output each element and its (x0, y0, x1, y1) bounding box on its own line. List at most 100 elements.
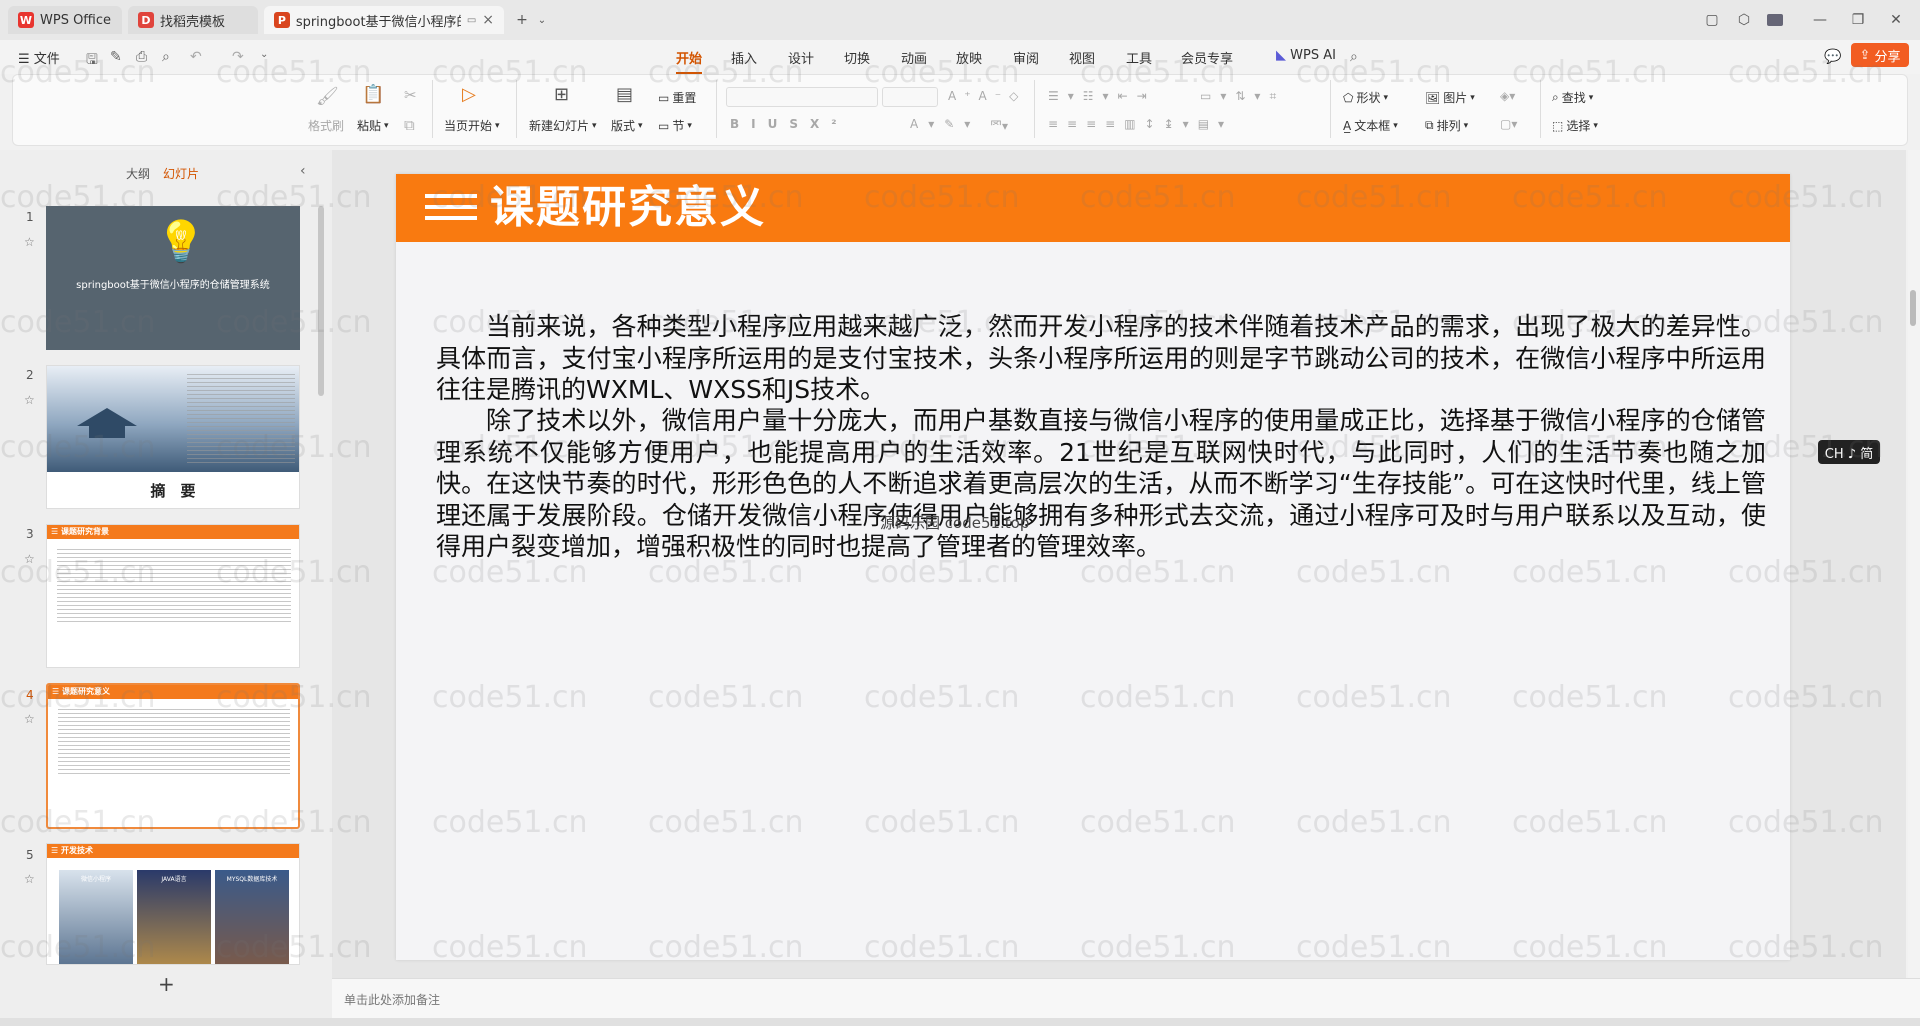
font-size-select[interactable] (882, 87, 938, 107)
star-icon[interactable]: ☆ (24, 393, 35, 407)
star-icon[interactable]: ☆ (24, 235, 35, 249)
tab-animation[interactable]: 动画 (901, 48, 927, 67)
text-direction-controls[interactable]: ▭▾⇅▾⌗ (1200, 89, 1285, 104)
layout-button[interactable]: 版式 ▾ (611, 117, 643, 134)
tab-label: 找稻壳模板 (160, 14, 226, 30)
find-label: 查找 (1561, 91, 1586, 105)
cut-icon[interactable]: ✂ (404, 86, 417, 104)
star-icon[interactable]: ☆ (24, 552, 35, 566)
new-slide-button[interactable]: 新建幻灯片 ▾ (529, 117, 597, 134)
save-icon[interactable]: 🖫 (86, 49, 98, 73)
inline-watermark: 源码乐园 code51.top (880, 514, 1030, 532)
comment-icon[interactable]: 💬 (1824, 49, 1841, 65)
paste-icon: 📋 (362, 84, 385, 105)
close-tab-icon[interactable]: × (482, 12, 494, 28)
slide-paragraph-2[interactable]: 除了技术以外，微信用户量十分庞大，而用户基数直接与微信小程序的使用量成正比，选择… (436, 405, 1766, 563)
thumbnail-slide-2[interactable]: 摘 要 (46, 365, 300, 509)
tab-list-chevron-icon[interactable]: ⌄ (530, 8, 554, 32)
find-button[interactable]: ⌕ 查找 ▾ (1552, 89, 1593, 106)
tab-tools[interactable]: 工具 (1126, 48, 1152, 67)
share-label: 分享 (1874, 49, 1901, 65)
print-preview-icon[interactable]: ⌕ (162, 49, 170, 65)
tab-view[interactable]: 视图 (1069, 48, 1095, 67)
format-painter-button[interactable]: 格式刷 (308, 117, 344, 134)
window-layout-icon[interactable]: ▢ (1700, 8, 1724, 32)
cube-icon[interactable]: ⬡ (1732, 8, 1756, 32)
fill-button[interactable]: ◈▾ (1500, 89, 1515, 103)
avatar[interactable] (1763, 8, 1787, 32)
slide-paragraph-1[interactable]: 当前来说，各种类型小程序应用越来越广泛，然而开发小程序的技术伴随着技术产品的需求… (436, 311, 1766, 406)
undo-icon[interactable]: ↶ (190, 49, 202, 65)
restore-icon[interactable]: ❐ (1846, 8, 1870, 32)
select-button[interactable]: ⬚ 选择 ▾ (1552, 117, 1598, 134)
char-spacing-control[interactable]: 罓▾ (990, 117, 1008, 134)
play-current-button[interactable]: 当页开始 ▾ (444, 117, 500, 134)
close-window-icon[interactable]: ✕ (1884, 8, 1908, 32)
play-current-label: 当页开始 (444, 119, 493, 133)
redo-icon[interactable]: ↷ (232, 49, 244, 65)
font-size-controls[interactable]: A⁺A⁻◇ (948, 89, 1026, 103)
current-slide[interactable] (396, 174, 1790, 960)
paste-label: 粘贴 (357, 119, 382, 133)
tab-slides[interactable]: 幻灯片 (163, 165, 199, 182)
font-family-select[interactable] (726, 87, 878, 107)
tab-review[interactable]: 审阅 (1013, 48, 1039, 67)
copy-icon[interactable]: ⧉ (404, 116, 415, 134)
tab-insert[interactable]: 插入 (731, 48, 757, 67)
collapse-panel-icon[interactable]: ‹ (300, 163, 306, 179)
add-slide-button[interactable]: + (158, 972, 175, 996)
shape-button[interactable]: ⬠ 形状 ▾ (1343, 89, 1388, 106)
align-controls[interactable]: ≡≡≡≡▥↕↨▾▤▾ (1048, 117, 1233, 131)
scrollbar-thumb[interactable] (1910, 290, 1916, 326)
tab-presentation[interactable]: P springboot基于微信小程序的 ▭ × (264, 6, 504, 34)
paste-button[interactable]: 粘贴 ▾ (357, 117, 389, 134)
tab-member[interactable]: 会员专享 (1181, 48, 1233, 67)
picture-icon: 🖼 (1425, 90, 1441, 105)
tab-wps-office[interactable]: W WPS Office (8, 6, 122, 34)
thumbnail-slide-1[interactable]: 💡 springboot基于微信小程序的仓储管理系统 (46, 206, 300, 350)
notes-pane[interactable]: 单击此处添加备注 (332, 978, 1920, 1019)
wps-ai-button[interactable]: ◣ WPS AI (1276, 48, 1336, 63)
thumbnail-slide-3[interactable]: ☰ 课题研究背景 (46, 524, 300, 668)
thumbnail-image: JAVA语言 (137, 870, 211, 964)
thumbnail-slide-5[interactable]: ☰ 开发技术 微信小程序 JAVA语言 MYSQL数据库技术 (46, 843, 300, 965)
thumbnail-title: 摘 要 (150, 482, 196, 500)
tab-home[interactable]: 开始 (676, 48, 703, 74)
file-menu[interactable]: ☰ 文件 (18, 48, 60, 67)
status-bar (0, 1018, 1920, 1026)
print-icon[interactable]: ⎙ (136, 49, 147, 65)
reset-button[interactable]: ▭ 重置 (658, 89, 696, 106)
tab-outline[interactable]: 大纲 (126, 165, 150, 182)
tab-transition[interactable]: 切换 (844, 48, 870, 67)
section-button[interactable]: ▭ 节 ▾ (658, 117, 692, 134)
picture-button[interactable]: 🖼 图片 ▾ (1425, 89, 1475, 106)
tab-template[interactable]: D 找稻壳模板 (128, 6, 258, 34)
tab-slideshow[interactable]: 放映 (956, 48, 982, 67)
star-icon[interactable]: ☆ (24, 872, 35, 886)
find-icon: ⌕ (1552, 90, 1559, 104)
minimize-icon[interactable]: — (1808, 8, 1832, 32)
list-controls[interactable]: ☰▾☷▾⇤⇥ (1048, 89, 1156, 103)
image-caption: JAVA语言 (161, 876, 187, 883)
pen-icon[interactable]: ✎ (110, 49, 122, 65)
layout-label: 版式 (611, 119, 636, 133)
font-style-controls[interactable]: BIUSX² (730, 117, 849, 131)
thumbnail-title: ☰ 课题研究意义 (48, 685, 298, 699)
search-icon[interactable]: ⌕ (1350, 49, 1358, 65)
textbox-button[interactable]: A̲ 文本框 ▾ (1343, 117, 1398, 134)
outline-button[interactable]: ▢▾ (1500, 117, 1517, 131)
vertical-scrollbar[interactable] (1908, 150, 1920, 978)
menu-lines-icon (425, 194, 477, 222)
panel-scrollbar[interactable] (318, 206, 324, 396)
star-icon[interactable]: ☆ (24, 712, 35, 726)
thumbnail-title: ☰ 课题研究背景 (47, 525, 299, 539)
font-color-controls[interactable]: A▾✎▾ (910, 117, 980, 131)
tab-design[interactable]: 设计 (788, 48, 814, 67)
share-button[interactable]: ⇪ 分享 (1851, 43, 1909, 67)
slide-title[interactable]: 课题研究意义 (490, 180, 766, 236)
wps-ai-label: WPS AI (1290, 48, 1336, 63)
thumbnail-slide-4[interactable]: ☰ 课题研究意义 (46, 683, 300, 829)
quick-access-chevron-icon[interactable]: ⌄ (260, 49, 268, 60)
arrange-button[interactable]: ⧉ 排列 ▾ (1425, 117, 1468, 134)
ime-badge[interactable]: CH ♪ 简 (1818, 440, 1880, 464)
